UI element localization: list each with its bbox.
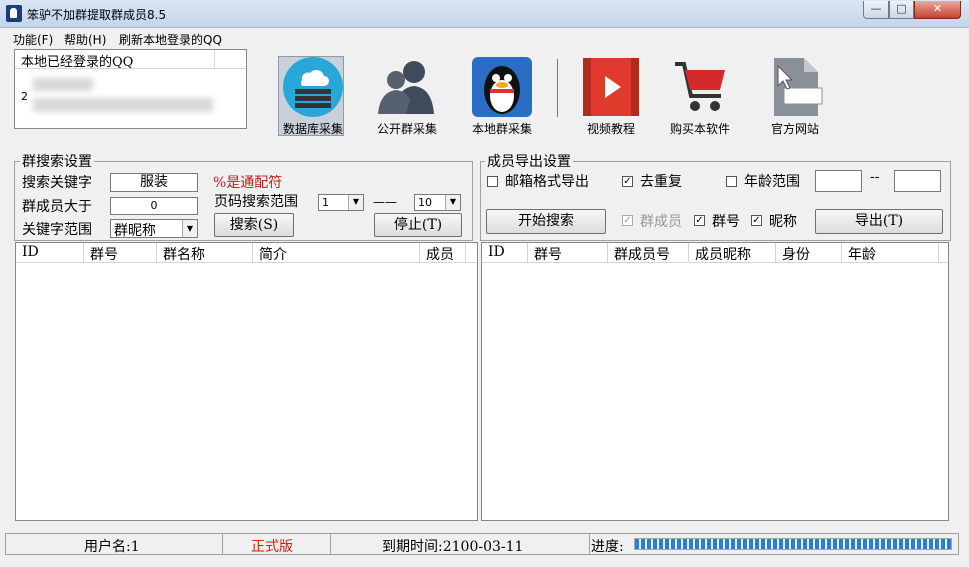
scope-value: 群昵称 <box>114 223 156 239</box>
col-group-no[interactable]: 群号 <box>528 243 608 263</box>
nickname-label: 昵称 <box>769 214 797 230</box>
qq-penguin-icon <box>472 57 532 117</box>
members-checkbox-label: 群成员 <box>640 214 682 230</box>
page-to-select[interactable]: 10 ▼ <box>414 194 461 211</box>
group-search-title: 群搜索设置 <box>20 151 94 171</box>
app-icon <box>6 5 22 22</box>
chevron-down-icon: ▼ <box>348 195 363 210</box>
maximize-button[interactable]: □ <box>889 1 914 19</box>
expiry-status: 到期时间:2100-03-11 <box>382 539 524 555</box>
public-group-collect-button[interactable]: 公开群采集 <box>370 56 444 138</box>
menu-bar: 功能(F) 帮助(H) 刷新本地登录的QQ <box>0 29 969 48</box>
shopping-cart-icon <box>675 62 725 111</box>
buy-software-button[interactable]: 购买本软件 <box>663 56 737 138</box>
members-checkbox: ✓ <box>622 215 633 226</box>
col-id[interactable]: ID <box>16 243 84 263</box>
member-list[interactable]: ID 群号 群成员号 成员昵称 身份 年龄 <box>481 242 949 521</box>
col-role[interactable]: 身份 <box>776 243 842 263</box>
progress-bar <box>634 538 952 550</box>
menu-help[interactable]: 帮助(H) <box>64 31 106 48</box>
member-export-title: 成员导出设置 <box>485 151 573 171</box>
close-button[interactable]: ✕ <box>914 1 961 19</box>
col-member-no[interactable]: 群成员号 <box>608 243 689 263</box>
tool-label: 本地群采集 <box>471 122 532 136</box>
email-format-label: 邮箱格式导出 <box>505 174 589 190</box>
chevron-down-icon: ▼ <box>445 195 460 210</box>
url-file-icon <box>774 58 823 116</box>
scope-label: 关键字范围 <box>22 222 92 238</box>
export-button[interactable]: 导出(T) <box>815 209 943 234</box>
col-intro[interactable]: 简介 <box>253 243 420 263</box>
title-bar: 笨驴不加群提取群成员8.5 — □ ✕ <box>0 0 969 28</box>
tool-label: 购买本软件 <box>669 122 730 136</box>
col-id[interactable]: ID <box>482 243 528 263</box>
scope-select[interactable]: 群昵称 ▼ <box>110 219 198 239</box>
members-label: 群成员大于 <box>22 199 92 215</box>
toolbar-separator <box>557 59 558 117</box>
page-range-dash: —— <box>373 195 397 209</box>
wildcard-note: %是通配符 <box>213 175 283 191</box>
chevron-down-icon: ▼ <box>182 220 197 237</box>
tool-label: 视频教程 <box>586 122 635 136</box>
qq-login-list[interactable]: 本地已经登录的QQ 2 <box>14 49 247 129</box>
menu-refresh-qq[interactable]: 刷新本地登录的QQ <box>119 31 222 48</box>
age-range-checkbox[interactable] <box>726 176 737 187</box>
group-list-header: ID 群号 群名称 简介 成员 <box>16 243 477 263</box>
page-from-value: 1 <box>322 196 329 209</box>
col-members[interactable]: 成员 <box>420 243 466 263</box>
age-range-label: 年龄范围 <box>744 174 800 190</box>
dedupe-label: 去重复 <box>640 174 682 190</box>
menu-function[interactable]: 功能(F) <box>13 31 53 48</box>
members-min-input[interactable]: 0 <box>110 197 198 215</box>
blurred-item <box>33 78 93 91</box>
col-group-no[interactable]: 群号 <box>84 243 157 263</box>
qq-list-item-text: 2 <box>21 90 28 103</box>
minimize-button[interactable]: — <box>863 1 889 19</box>
group-no-label: 群号 <box>712 214 740 230</box>
page-range-label: 页码搜索范围 <box>214 194 298 210</box>
keyword-label: 搜索关键字 <box>22 175 92 191</box>
username-status: 用户名:1 <box>84 539 140 555</box>
page-from-select[interactable]: 1 ▼ <box>318 194 364 211</box>
database-cloud-icon <box>283 57 343 117</box>
dedupe-checkbox[interactable]: ✓ <box>622 176 633 187</box>
database-collect-button[interactable]: 数据库采集 <box>276 56 350 138</box>
age-from-input[interactable] <box>815 170 862 192</box>
official-site-button[interactable]: 官方网站 <box>758 56 832 138</box>
stop-button[interactable]: 停止(T) <box>374 213 462 237</box>
people-icon <box>378 61 434 114</box>
search-button[interactable]: 搜索(S) <box>214 213 294 237</box>
group-no-checkbox[interactable]: ✓ <box>694 215 705 226</box>
col-group-name[interactable]: 群名称 <box>157 243 253 263</box>
status-bar: 用户名:1 正式版 到期时间:2100-03-11 进度: <box>5 533 959 555</box>
tool-label: 官方网站 <box>770 122 819 136</box>
tool-label: 数据库采集 <box>282 122 343 136</box>
qq-list-header: 本地已经登录的QQ <box>15 50 246 70</box>
col-member-nickname[interactable]: 成员昵称 <box>689 243 776 263</box>
group-list[interactable]: ID 群号 群名称 简介 成员 <box>15 242 478 521</box>
video-tutorial-button[interactable]: 视频教程 <box>574 56 648 138</box>
nickname-checkbox[interactable]: ✓ <box>751 215 762 226</box>
member-list-header: ID 群号 群成员号 成员昵称 身份 年龄 <box>482 243 948 263</box>
col-age[interactable]: 年龄 <box>842 243 939 263</box>
tool-label: 公开群采集 <box>376 122 437 136</box>
age-range-dash: -- <box>870 169 880 185</box>
email-format-checkbox[interactable] <box>487 176 498 187</box>
blurred-item <box>33 98 213 112</box>
page-to-value: 10 <box>418 196 432 209</box>
window-title: 笨驴不加群提取群成员8.5 <box>27 8 167 22</box>
progress-label: 进度: <box>591 539 624 555</box>
video-play-icon <box>583 58 639 116</box>
age-to-input[interactable] <box>894 170 941 192</box>
edition-status: 正式版 <box>251 539 293 555</box>
start-search-button[interactable]: 开始搜索 <box>486 209 606 234</box>
local-group-collect-button[interactable]: 本地群采集 <box>465 56 539 138</box>
keyword-input[interactable]: 服装 <box>110 173 198 192</box>
